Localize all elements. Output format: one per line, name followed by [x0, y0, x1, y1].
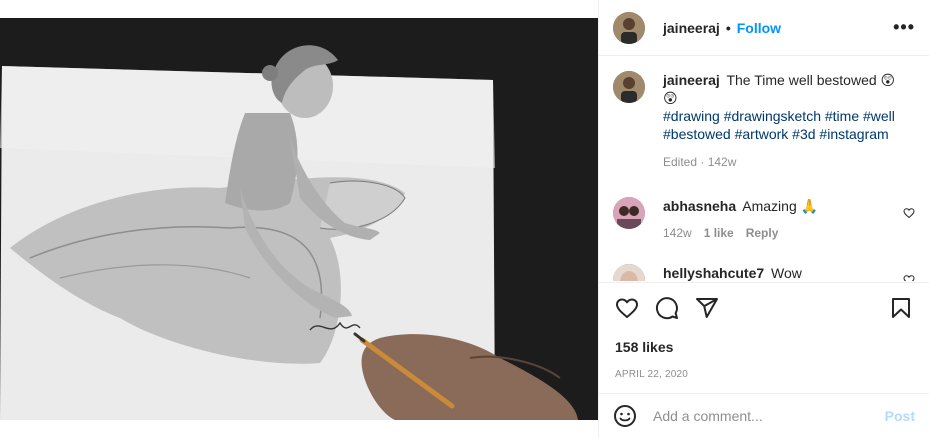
separator-dot: •: [725, 19, 731, 36]
paper-plane-icon[interactable]: [695, 296, 719, 320]
caption-avatar[interactable]: [613, 71, 645, 103]
follow-button[interactable]: Follow: [737, 20, 781, 36]
instagram-post: jaineeraj • Follow ••• jaineeraj The Tim…: [0, 0, 929, 438]
comment-heart-icon[interactable]: [903, 274, 915, 281]
caption-meta: Edited · 142w: [663, 155, 737, 169]
post-side-panel: jaineeraj • Follow ••• jaineeraj The Tim…: [598, 0, 929, 438]
bookmark-icon[interactable]: [889, 296, 913, 320]
smiley-icon[interactable]: [613, 404, 637, 428]
comment-text: Amazing 🙏: [742, 198, 819, 214]
comment-body: hellyshahcute7 Wow: [663, 264, 883, 281]
post-image[interactable]: [0, 18, 598, 420]
caption: jaineeraj The Time well bestowed 😲😲 #dra…: [613, 71, 913, 171]
comment-item: hellyshahcute7 Wow: [613, 264, 915, 281]
caption-body: jaineeraj The Time well bestowed 😲😲 #dra…: [663, 71, 903, 171]
comment-age: 142w: [663, 226, 692, 240]
avatar-image: [613, 71, 645, 103]
avatar-image: [613, 197, 645, 229]
avatar-image: [613, 11, 645, 44]
caption-username[interactable]: jaineeraj: [663, 72, 720, 88]
comment-username[interactable]: hellyshahcute7: [663, 265, 764, 281]
comment-username[interactable]: abhasneha: [663, 198, 736, 214]
commenter-avatar[interactable]: [613, 197, 645, 229]
post-date[interactable]: APRIL 22, 2020: [599, 369, 929, 380]
comment-input[interactable]: Add a comment...: [653, 408, 885, 424]
comment-meta: 142w 1 like Reply: [663, 224, 883, 242]
heart-icon[interactable]: [615, 296, 639, 320]
comment-heart-icon[interactable]: [903, 207, 915, 219]
comments-list[interactable]: jaineeraj The Time well bestowed 😲😲 #dra…: [599, 57, 929, 281]
likes-count[interactable]: 158 likes: [599, 339, 929, 355]
avatar-image: [613, 264, 645, 281]
comment-body: abhasneha Amazing 🙏 142w 1 like Reply: [663, 197, 883, 242]
comment-item: abhasneha Amazing 🙏 142w 1 like Reply: [613, 197, 915, 242]
caption-hashtags[interactable]: #drawing #drawingsketch #time #well #bes…: [663, 107, 903, 143]
commenter-avatar[interactable]: [613, 264, 645, 281]
author-username[interactable]: jaineeraj: [663, 20, 720, 36]
comment-text: Wow: [771, 265, 802, 281]
author-avatar[interactable]: [613, 11, 645, 44]
pencil-sketch-image: [0, 18, 598, 420]
comment-likes[interactable]: 1 like: [704, 224, 734, 242]
post-comment-button[interactable]: Post: [885, 408, 915, 424]
action-bar: [599, 283, 929, 333]
post-header: jaineeraj • Follow •••: [599, 0, 929, 56]
post-media[interactable]: [0, 0, 598, 438]
more-options-icon[interactable]: •••: [893, 17, 915, 38]
reply-button[interactable]: Reply: [746, 224, 779, 242]
comment-icon[interactable]: [655, 296, 679, 320]
post-actions-section: 158 likes APRIL 22, 2020: [599, 282, 929, 380]
add-comment-bar: Add a comment... Post: [599, 393, 929, 438]
